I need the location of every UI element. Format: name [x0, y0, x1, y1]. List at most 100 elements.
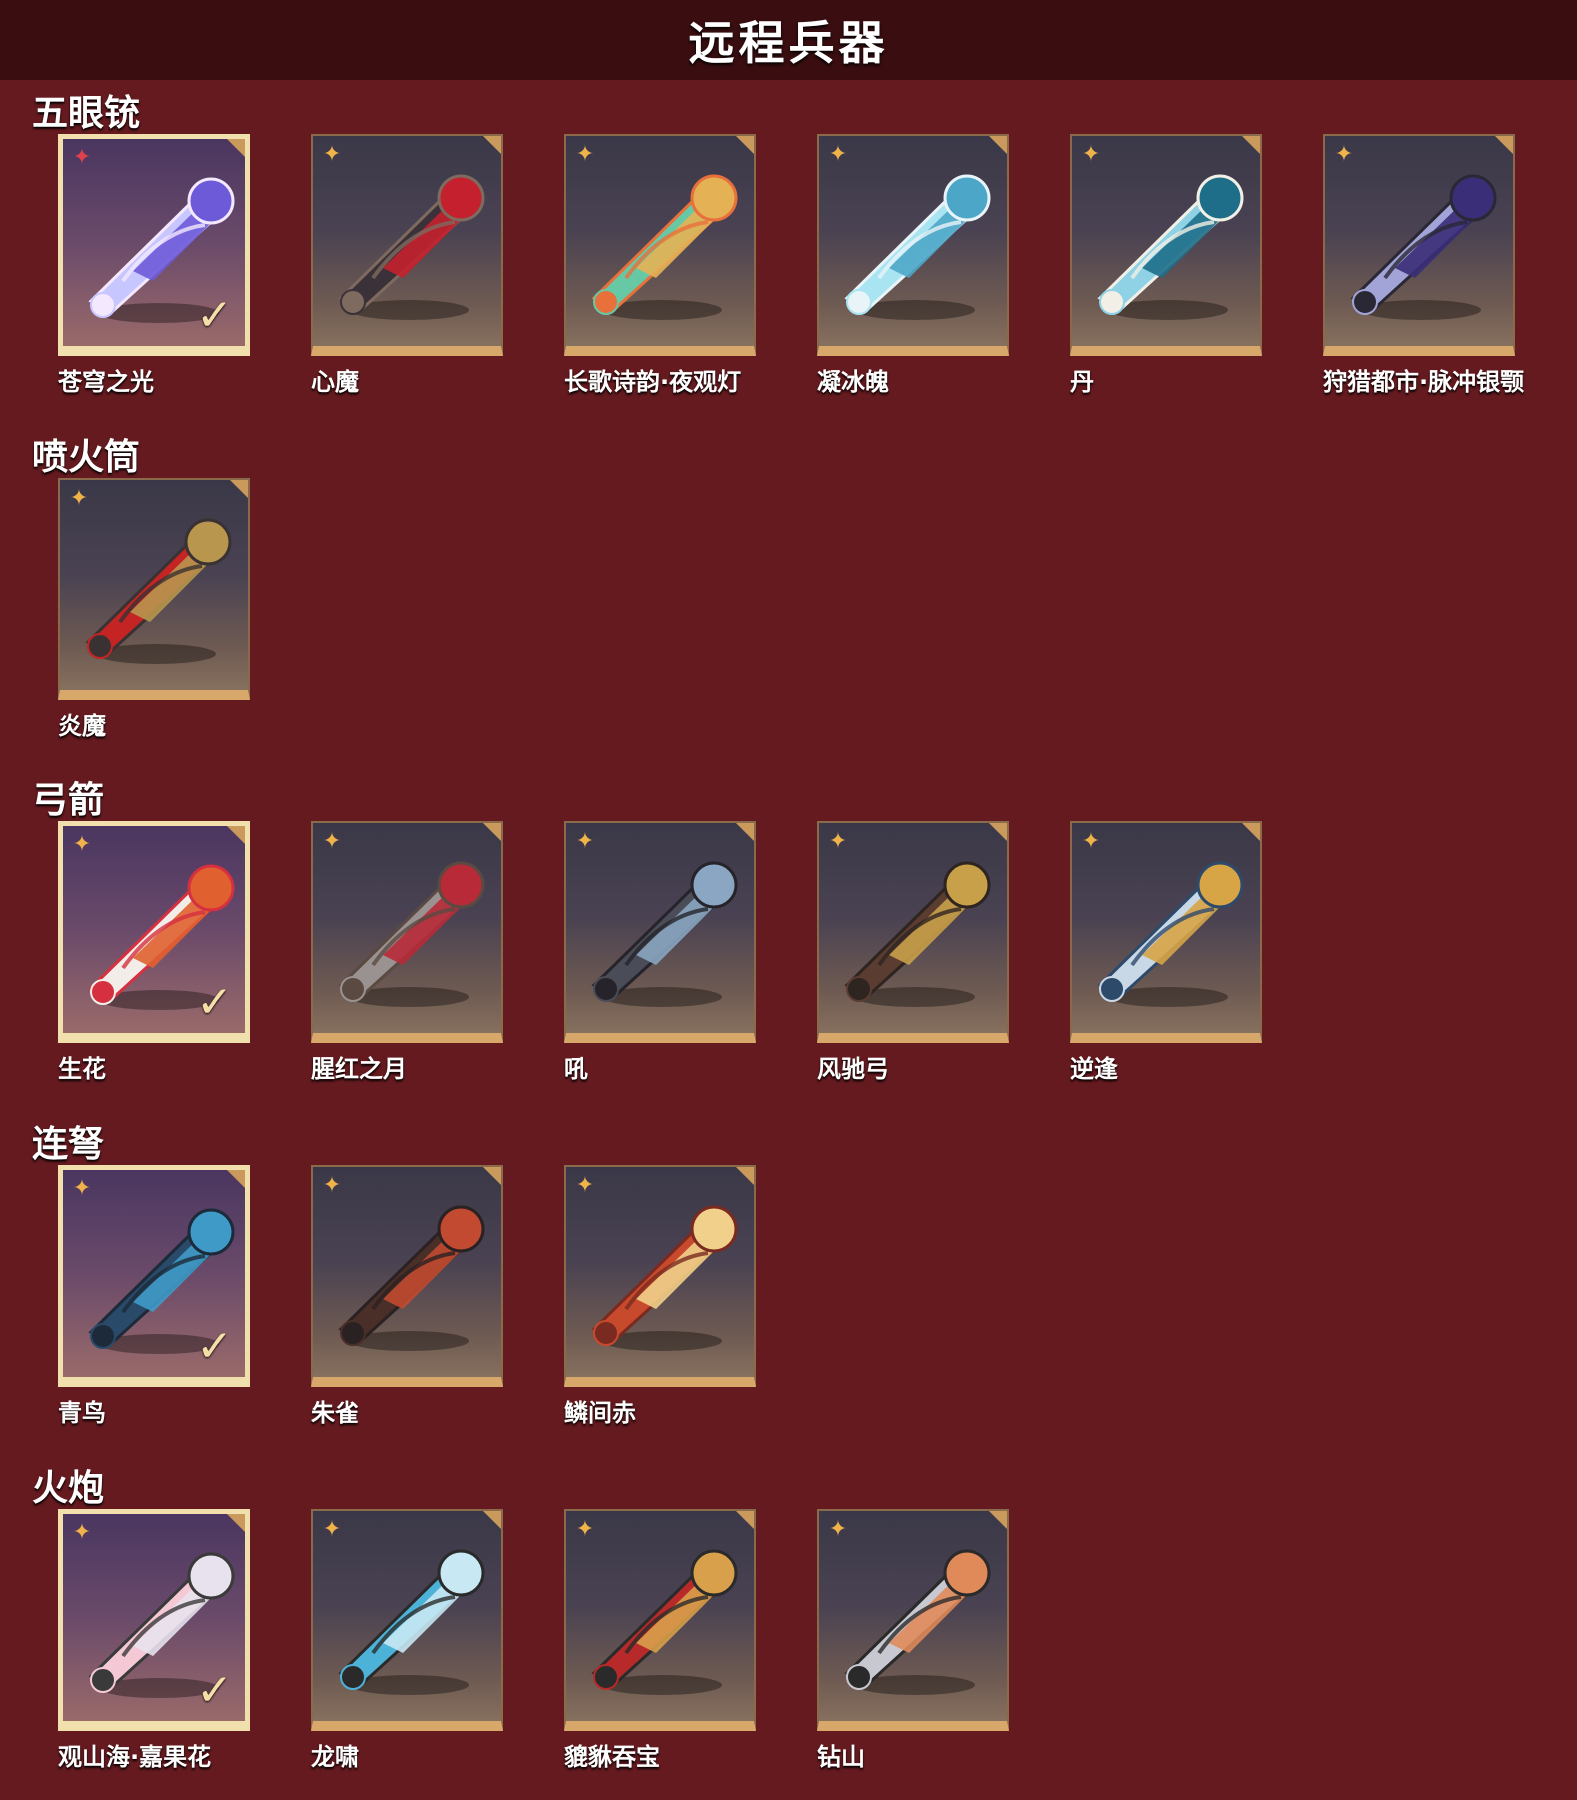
weapon-item[interactable]: ✦ 凝冰魄 [817, 134, 1027, 424]
weapon-muzzle [340, 289, 366, 315]
weapon-grid: ✦ 炎魔 [58, 478, 1558, 768]
weapon-item[interactable]: ✦ 逆逢 [1070, 821, 1280, 1111]
corner-tab-icon [987, 823, 1007, 843]
category-title: 喷火筒 [32, 437, 141, 478]
weapon-item[interactable]: ✦ 心魔 [311, 134, 521, 424]
weapon-item[interactable]: ✦ ✓ 观山海·嘉果花 [58, 1509, 268, 1799]
weapon-muzzle [593, 289, 619, 315]
weapon-card[interactable]: ✦ ✓ [58, 821, 250, 1043]
weapon-card[interactable]: ✦ [564, 134, 756, 356]
corner-tab-icon [481, 1167, 501, 1187]
weapon-card[interactable]: ✦ [311, 134, 503, 356]
weapon-muzzle [1352, 289, 1378, 315]
corner-tab-icon [734, 1511, 754, 1531]
corner-tab-icon [481, 1511, 501, 1531]
weapon-name: 风驰弓 [817, 1055, 889, 1083]
weapon-item[interactable]: ✦ 朱雀 [311, 1165, 521, 1455]
weapon-card[interactable]: ✦ [817, 1509, 1009, 1731]
weapon-head [943, 174, 991, 222]
category-title: 弓箭 [32, 780, 105, 821]
weapon-card[interactable]: ✦ [311, 1165, 503, 1387]
weapon-head [943, 1549, 991, 1597]
weapon-head [943, 861, 991, 909]
weapon-card[interactable]: ✦ [817, 134, 1009, 356]
weapon-muzzle [90, 1323, 116, 1349]
corner-tab-icon [1240, 136, 1260, 156]
weapon-card[interactable]: ✦ [564, 1509, 756, 1731]
corner-tab-icon [987, 136, 1007, 156]
weapon-item[interactable]: ✦ 龙啸 [311, 1509, 521, 1799]
weapon-category-section: 连弩 ✦ ✓ 青鸟 ✦ 朱雀 ✦ 鳞间赤 [0, 1115, 1577, 1455]
weapon-head [1449, 174, 1497, 222]
weapon-muzzle [87, 633, 113, 659]
weapon-category-section: 五眼铳 ✦ ✓ 苍穹之光 ✦ 心魔 ✦ 长歌诗韵·夜观灯 ✦ 凝冰魄 ✦ 丹 ✦ 狩猎都市·脉冲银颚 [0, 84, 1577, 424]
corner-tab-icon [228, 480, 248, 500]
weapon-muzzle [593, 1320, 619, 1346]
corner-tab-icon [225, 139, 245, 159]
weapon-image [844, 1549, 991, 1695]
weapon-card[interactable]: ✦ [817, 821, 1009, 1043]
weapon-item[interactable]: ✦ 腥红之月 [311, 821, 521, 1111]
weapon-muzzle [90, 979, 116, 1005]
weapon-head [690, 1549, 738, 1597]
weapon-item[interactable]: ✦ ✓ 青鸟 [58, 1165, 268, 1455]
equipped-check-icon: ✓ [196, 1321, 233, 1372]
weapon-muzzle [593, 976, 619, 1002]
weapon-name: 丹 [1070, 368, 1094, 396]
weapon-image [1097, 861, 1244, 1007]
weapon-name: 苍穹之光 [58, 368, 154, 396]
equipped-check-icon: ✓ [196, 290, 233, 341]
weapon-head [187, 1552, 235, 1600]
weapon-head [187, 864, 235, 912]
weapon-card[interactable]: ✦ [311, 821, 503, 1043]
weapon-name: 吼 [564, 1055, 588, 1083]
weapon-grid: ✦ ✓ 观山海·嘉果花 ✦ 龙啸 ✦ 貔貅吞宝 ✦ 钻山 [58, 1509, 1558, 1799]
weapon-item[interactable]: ✦ 炎魔 [58, 478, 268, 768]
corner-tab-icon [734, 1167, 754, 1187]
weapon-head [187, 1208, 235, 1256]
weapon-item[interactable]: ✦ ✓ 生花 [58, 821, 268, 1111]
weapon-item[interactable]: ✦ 钻山 [817, 1509, 1027, 1799]
weapon-image [591, 174, 738, 320]
weapon-card[interactable]: ✦ [564, 821, 756, 1043]
weapon-card[interactable]: ✦ [1323, 134, 1515, 356]
weapon-image [591, 1549, 738, 1695]
weapon-card[interactable]: ✦ ✓ [58, 134, 250, 356]
weapon-card[interactable]: ✦ [1070, 134, 1262, 356]
weapon-name: 长歌诗韵·夜观灯 [564, 368, 742, 396]
weapon-card[interactable]: ✦ ✓ [58, 1165, 250, 1387]
weapon-name: 貔貅吞宝 [564, 1743, 660, 1771]
weapon-muzzle [1099, 976, 1125, 1002]
weapon-item[interactable]: ✦ 鳞间赤 [564, 1165, 774, 1455]
weapon-muzzle [846, 976, 872, 1002]
weapon-card[interactable]: ✦ [564, 1165, 756, 1387]
weapon-item[interactable]: ✦ 风驰弓 [817, 821, 1027, 1111]
weapon-name: 生花 [58, 1055, 106, 1083]
weapon-item[interactable]: ✦ 吼 [564, 821, 774, 1111]
weapon-grid: ✦ ✓ 生花 ✦ 腥红之月 ✦ 吼 ✦ 风驰弓 ✦ 逆逢 [58, 821, 1558, 1111]
title-bar: 远程兵器 [0, 0, 1577, 80]
corner-tab-icon [734, 823, 754, 843]
weapon-muzzle [846, 1664, 872, 1690]
weapon-category-section: 喷火筒 ✦ 炎魔 [0, 428, 1577, 768]
corner-tab-icon [225, 1514, 245, 1534]
equipped-check-icon: ✓ [196, 1665, 233, 1716]
weapon-card[interactable]: ✦ [1070, 821, 1262, 1043]
weapon-category-section: 弓箭 ✦ ✓ 生花 ✦ 腥红之月 ✦ 吼 ✦ 风驰弓 ✦ 逆逢 [0, 771, 1577, 1111]
weapon-item[interactable]: ✦ 貔貅吞宝 [564, 1509, 774, 1799]
weapon-muzzle [90, 1667, 116, 1693]
weapon-grid: ✦ ✓ 苍穹之光 ✦ 心魔 ✦ 长歌诗韵·夜观灯 ✦ 凝冰魄 ✦ 丹 ✦ 狩猎都市·脉冲银颚 [58, 134, 1558, 424]
weapon-image [338, 174, 485, 320]
weapon-item[interactable]: ✦ ✓ 苍穹之光 [58, 134, 268, 424]
weapon-card[interactable]: ✦ [58, 478, 250, 700]
weapon-item[interactable]: ✦ 长歌诗韵·夜观灯 [564, 134, 774, 424]
weapon-head [437, 1205, 485, 1253]
weapon-item[interactable]: ✦ 狩猎都市·脉冲银颚 [1323, 134, 1533, 424]
weapon-item[interactable]: ✦ 丹 [1070, 134, 1280, 424]
weapon-head [187, 177, 235, 225]
weapon-card[interactable]: ✦ [311, 1509, 503, 1731]
corner-tab-icon [987, 1511, 1007, 1531]
corner-tab-icon [225, 1170, 245, 1190]
weapon-card[interactable]: ✦ ✓ [58, 1509, 250, 1731]
weapon-image [844, 861, 991, 1007]
